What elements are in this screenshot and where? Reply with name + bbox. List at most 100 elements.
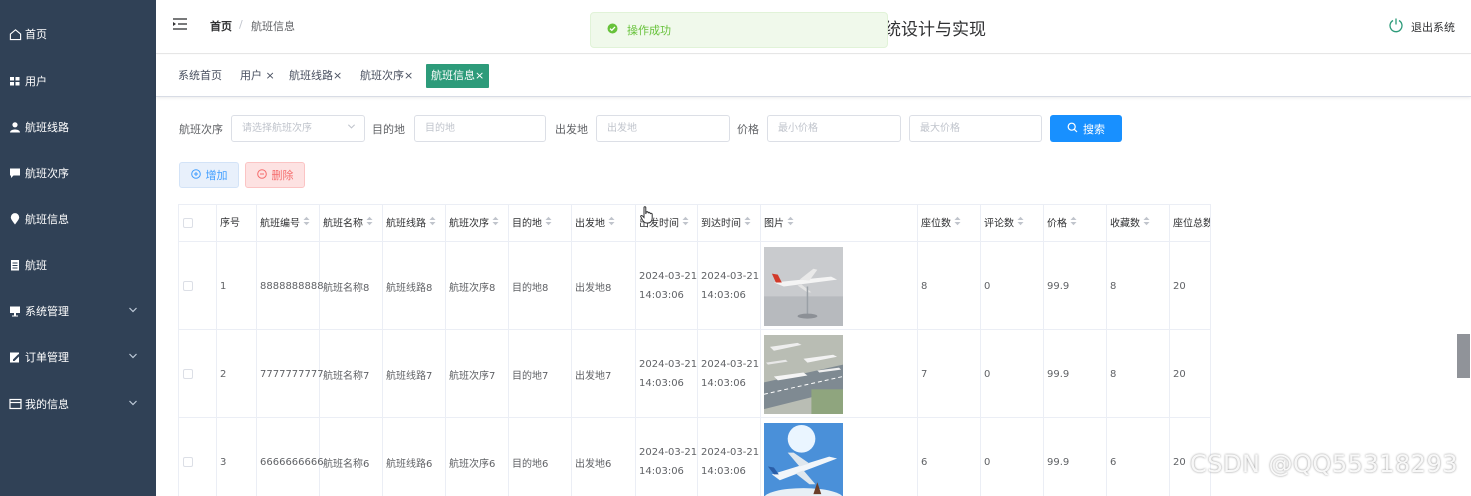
col-arr-time[interactable]: 到达时间 <box>698 205 761 242</box>
sidebar-item-flight-routes[interactable]: 航班线路 <box>0 107 156 147</box>
origin-input[interactable]: 出发地 <box>596 115 730 142</box>
user-icon <box>8 120 22 134</box>
row-no: 2 <box>217 330 257 418</box>
search-button[interactable]: 搜索 <box>1050 115 1122 142</box>
origin: 出发地8 <box>572 242 636 330</box>
price-label: 价格 <box>737 123 759 136</box>
flight-code: 6666666666 <box>257 418 324 496</box>
destination: 目的地8 <box>509 242 572 330</box>
col-image[interactable]: 图片 <box>761 205 918 242</box>
breadcrumb-home[interactable]: 首页 <box>210 18 232 34</box>
sort-caret-icon[interactable] <box>492 205 499 242</box>
sidebar-item-users[interactable]: 用户 <box>0 61 156 101</box>
row-checkbox[interactable] <box>183 457 193 467</box>
sort-caret-icon[interactable] <box>366 205 373 242</box>
chat-icon <box>8 166 22 180</box>
col-code[interactable]: 航班编号 <box>257 205 320 242</box>
col-price[interactable]: 价格 <box>1044 205 1107 242</box>
close-icon[interactable]: × <box>475 69 484 82</box>
tag-users[interactable]: 用户 × <box>240 64 275 88</box>
sort-caret-icon[interactable] <box>303 205 310 242</box>
origin: 出发地6 <box>572 418 636 496</box>
sort-caret-icon[interactable] <box>1070 205 1077 242</box>
sort-caret-icon[interactable] <box>429 205 436 242</box>
col-route[interactable]: 航班线路 <box>383 205 446 242</box>
sort-caret-icon[interactable] <box>545 205 552 242</box>
logout-label: 退出系统 <box>1411 20 1455 34</box>
sort-caret-icon[interactable] <box>744 205 751 242</box>
home-icon <box>8 27 22 41</box>
col-comments[interactable]: 评论数 <box>981 205 1044 242</box>
dest-input[interactable]: 目的地 <box>414 115 546 142</box>
breadcrumb-separator: / <box>239 18 243 31</box>
close-icon[interactable]: × <box>404 69 413 82</box>
system-title: 统设计与实现 <box>884 20 986 40</box>
seats: 8 <box>918 242 981 330</box>
sidebar-item-my-info[interactable]: 我的信息 <box>0 384 156 424</box>
flight-image[interactable] <box>764 334 843 414</box>
menu-toggle-icon[interactable] <box>172 17 188 34</box>
flight-name: 航班名称6 <box>320 418 383 496</box>
flight-route: 航班线路7 <box>383 330 446 418</box>
select-all-checkbox[interactable] <box>183 218 193 228</box>
sidebar-item-order-management[interactable]: 订单管理 <box>0 337 156 377</box>
col-name[interactable]: 航班名称 <box>320 205 383 242</box>
select-all-cell <box>179 205 217 242</box>
tag-flight-order[interactable]: 航班次序× <box>360 64 413 88</box>
total-seats: 20 <box>1170 330 1210 418</box>
flight-order: 航班次序6 <box>446 418 509 496</box>
breadcrumb-current: 航班信息 <box>251 20 295 33</box>
search-icon <box>1067 122 1078 136</box>
sort-caret-icon[interactable] <box>787 205 794 242</box>
grid-icon <box>8 74 22 88</box>
row-no: 3 <box>217 418 257 496</box>
plus-circle-icon <box>190 168 201 182</box>
arrival-time: 2024-03-21 14:03:06 <box>698 242 761 330</box>
col-dest[interactable]: 目的地 <box>509 205 572 242</box>
row-checkbox[interactable] <box>183 281 193 291</box>
sort-caret-icon[interactable] <box>682 205 689 242</box>
sort-caret-icon[interactable] <box>608 205 615 242</box>
comment-count: 0 <box>981 242 1044 330</box>
tag-flight-routes[interactable]: 航班线路× <box>289 64 342 88</box>
close-icon[interactable]: × <box>262 69 274 82</box>
col-origin[interactable]: 出发地 <box>572 205 636 242</box>
logout-button[interactable]: 退出系统 <box>1388 17 1455 36</box>
seats: 6 <box>918 418 981 496</box>
col-total-seats[interactable]: 座位总数 <box>1170 205 1210 242</box>
flight-image[interactable] <box>764 422 843 496</box>
arrival-time: 2024-03-21 14:03:06 <box>698 418 761 496</box>
sort-caret-icon[interactable] <box>954 205 961 242</box>
flight-code: 7777777777 <box>257 330 324 418</box>
sort-caret-icon[interactable] <box>1143 205 1150 242</box>
chevron-down-icon <box>128 398 138 411</box>
row-checkbox[interactable] <box>183 369 193 379</box>
origin: 出发地7 <box>572 330 636 418</box>
max-price-input[interactable]: 最大价格 <box>909 115 1042 142</box>
table-header: 序号 航班编号 航班名称 航班线路 航班次序 目的地 出发地 出发时间 到达时间… <box>179 205 1210 242</box>
tag-system-home[interactable]: 系统首页 <box>178 64 222 88</box>
price: 99.9 <box>1044 418 1107 496</box>
toast-message: 操作成功 <box>627 24 671 37</box>
col-order[interactable]: 航班次序 <box>446 205 509 242</box>
sidebar-item-flight-order[interactable]: 航班次序 <box>0 153 156 193</box>
flight-image[interactable] <box>764 246 843 326</box>
scrollbar-thumb[interactable] <box>1457 334 1470 378</box>
add-button[interactable]: 增加 <box>179 162 239 188</box>
order-select[interactable]: 请选择航班次序 <box>231 115 365 142</box>
tag-flight-info[interactable]: 航班信息× <box>426 64 490 88</box>
min-price-input[interactable]: 最小价格 <box>767 115 901 142</box>
flight-name: 航班名称8 <box>320 242 383 330</box>
sidebar-item-home[interactable]: 首页 <box>0 14 156 54</box>
sidebar-item-system-management[interactable]: 系统管理 <box>0 291 156 331</box>
col-seats[interactable]: 座位数 <box>918 205 981 242</box>
close-icon[interactable]: × <box>333 69 342 82</box>
origin-label: 出发地 <box>555 123 588 136</box>
sidebar-item-flight-info[interactable]: 航班信息 <box>0 199 156 239</box>
col-favorites[interactable]: 收藏数 <box>1107 205 1170 242</box>
delete-button[interactable]: 删除 <box>245 162 305 188</box>
favorite-count: 8 <box>1107 242 1170 330</box>
price: 99.9 <box>1044 330 1107 418</box>
sort-caret-icon[interactable] <box>1017 205 1024 242</box>
sidebar-item-flight[interactable]: 航班 <box>0 245 156 285</box>
